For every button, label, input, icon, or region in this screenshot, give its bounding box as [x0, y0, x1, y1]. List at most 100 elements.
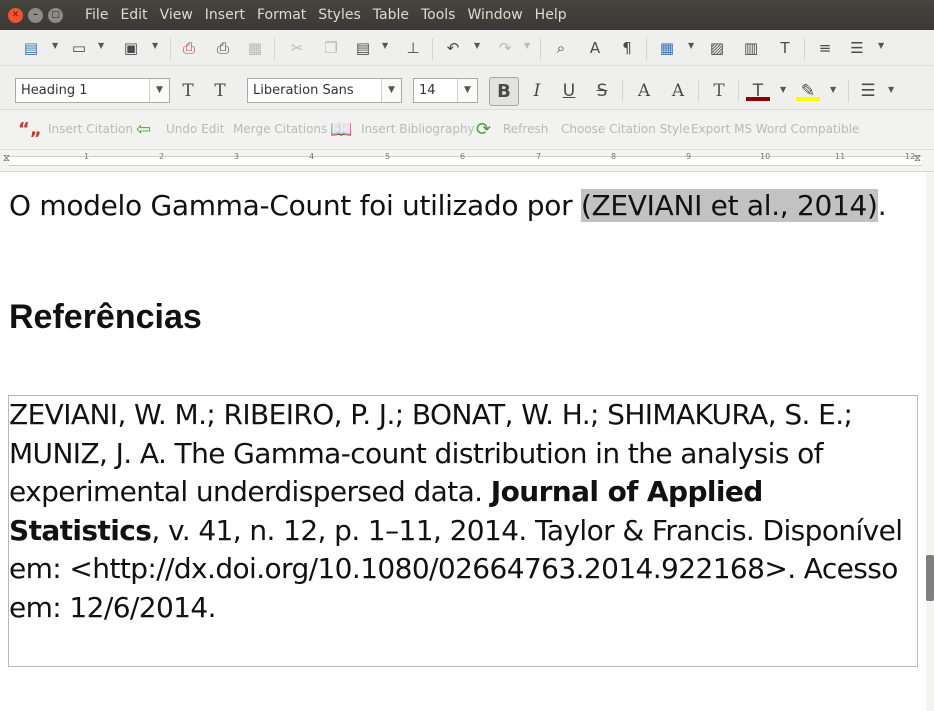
subscript-icon[interactable]: A: [666, 80, 690, 102]
bibliography-entry[interactable]: ZEVIANI, W. M.; RIBEIRO, P. J.; BONAT, W…: [9, 396, 914, 627]
chevron-down-icon[interactable]: ▼: [52, 41, 58, 50]
menu-help[interactable]: Help: [535, 7, 567, 23]
undo-arrow-icon[interactable]: ⇦: [136, 119, 151, 140]
chevron-down-icon[interactable]: ▼: [152, 41, 158, 50]
book-icon[interactable]: 📖: [330, 119, 352, 140]
horizontal-ruler[interactable]: ⧖ ⧖ 1 2 3 4 5 6 7 8 9 10 11 12: [0, 150, 934, 172]
clear-formatting-icon[interactable]: T: [707, 80, 731, 102]
ruler-number: 12: [905, 152, 916, 161]
font-color-swatch: [746, 97, 770, 101]
menu-tools[interactable]: Tools: [421, 7, 456, 23]
redo-icon[interactable]: ↷: [494, 38, 516, 58]
find-replace-icon[interactable]: ⌕: [550, 38, 572, 58]
separator: [698, 80, 699, 102]
menu-file[interactable]: File: [85, 7, 108, 23]
undo-edit-button[interactable]: Undo Edit: [166, 122, 224, 136]
document-page[interactable]: O modelo Gamma-Count foi utilizado por (…: [0, 172, 926, 711]
menu-edit[interactable]: Edit: [120, 7, 147, 23]
menu-styles[interactable]: Styles: [318, 7, 360, 23]
ruler-number: 7: [536, 152, 542, 161]
font-size-value: 14: [419, 83, 436, 98]
strikethrough-button[interactable]: S: [590, 80, 614, 102]
spelling-icon[interactable]: A: [584, 38, 606, 58]
insert-citation-button[interactable]: Insert Citation: [48, 122, 133, 136]
clone-formatting-icon[interactable]: ⊥: [402, 38, 424, 58]
chevron-down-icon[interactable]: ▼: [688, 41, 694, 50]
citation-field[interactable]: (ZEVIANI et al., 2014): [580, 189, 878, 222]
insert-table-icon[interactable]: ▦: [656, 38, 678, 58]
print-icon[interactable]: ⎙: [212, 38, 234, 58]
ruler-number: 11: [835, 152, 846, 161]
close-window-icon[interactable]: ✕: [8, 7, 23, 23]
list-icon[interactable]: ☰: [856, 80, 880, 102]
separator: [540, 38, 541, 60]
window-controls: ✕ – □: [8, 7, 63, 23]
body-paragraph[interactable]: O modelo Gamma-Count foi utilizado por (…: [9, 189, 887, 222]
merge-citations-button[interactable]: Merge Citations: [233, 122, 327, 136]
chevron-down-icon[interactable]: ▼: [878, 41, 884, 50]
paragraph-style-combo[interactable]: Heading 1 ▼: [15, 78, 170, 103]
italic-button[interactable]: I: [525, 80, 549, 102]
menu-view[interactable]: View: [160, 7, 193, 23]
insert-chart-icon[interactable]: ▥: [740, 38, 762, 58]
formatting-toolbar: Heading 1 ▼ T T Liberation Sans ▼ 14 ▼ B…: [0, 66, 934, 110]
ruler-number: 2: [159, 152, 165, 161]
chevron-down-icon[interactable]: ▼: [457, 79, 477, 102]
save-icon[interactable]: ▣: [120, 38, 142, 58]
undo-icon[interactable]: ↶: [442, 38, 464, 58]
superscript-icon[interactable]: A: [632, 80, 656, 102]
copy-icon[interactable]: ❐: [320, 38, 342, 58]
insert-field-icon[interactable]: ☰: [846, 38, 868, 58]
paste-icon[interactable]: ▤: [352, 38, 374, 58]
maximize-window-icon[interactable]: □: [48, 7, 63, 23]
choose-citation-style-button[interactable]: Choose Citation Style: [561, 122, 690, 136]
export-pdf-icon[interactable]: ⎙: [178, 38, 200, 58]
chevron-down-icon[interactable]: ▼: [98, 41, 104, 50]
menu-insert[interactable]: Insert: [205, 7, 245, 23]
refresh-button[interactable]: Refresh: [503, 122, 548, 136]
open-folder-icon[interactable]: ▭: [68, 38, 90, 58]
quote-marks-icon[interactable]: “„: [18, 119, 42, 140]
chevron-down-icon[interactable]: ▼: [149, 79, 169, 102]
paragraph-style-value: Heading 1: [21, 83, 88, 98]
insert-text-box-icon[interactable]: T: [774, 38, 796, 58]
menu-table[interactable]: Table: [373, 7, 409, 23]
print-preview-icon[interactable]: ▦: [244, 38, 266, 58]
chevron-down-icon[interactable]: ▼: [888, 85, 894, 94]
left-indent-marker[interactable]: ⧖: [3, 153, 10, 164]
insert-image-icon[interactable]: ▨: [706, 38, 728, 58]
separator: [738, 80, 739, 102]
scrollbar-thumb[interactable]: [926, 555, 934, 601]
minimize-window-icon[interactable]: –: [28, 7, 43, 23]
underline-button[interactable]: U: [557, 80, 581, 102]
chevron-down-icon[interactable]: ▼: [830, 85, 836, 94]
ruler-number: 10: [760, 152, 771, 161]
font-name-combo[interactable]: Liberation Sans ▼: [247, 78, 402, 103]
new-document-icon[interactable]: ▤: [20, 38, 42, 58]
standard-toolbar: ▤ ▼ ▭ ▼ ▣ ▼ ⎙ ⎙ ▦ ✂ ❐ ▤ ▼ ⊥ ↶ ▼ ↷ ▼ ⌕ A …: [0, 30, 934, 66]
ruler-number: 3: [234, 152, 240, 161]
menu-format[interactable]: Format: [257, 7, 306, 23]
chevron-down-icon[interactable]: ▼: [382, 41, 388, 50]
vertical-scrollbar[interactable]: [926, 172, 934, 711]
highlight-color-swatch: [796, 97, 820, 101]
chevron-down-icon[interactable]: ▼: [780, 85, 786, 94]
chevron-down-icon[interactable]: ▼: [474, 41, 480, 50]
ruler-number: 8: [611, 152, 617, 161]
insert-bibliography-button[interactable]: Insert Bibliography: [361, 122, 475, 136]
insert-page-break-icon[interactable]: ≡: [814, 38, 836, 58]
ruler-number: 6: [460, 152, 466, 161]
font-size-combo[interactable]: 14 ▼: [413, 78, 478, 103]
bold-button[interactable]: B: [489, 77, 519, 106]
references-heading[interactable]: Referências: [9, 298, 202, 337]
update-style-icon[interactable]: T: [176, 80, 200, 102]
refresh-icon[interactable]: ⟳: [476, 119, 491, 140]
ruler-number: 1: [84, 152, 90, 161]
menu-window[interactable]: Window: [467, 7, 522, 23]
chevron-down-icon[interactable]: ▼: [524, 41, 530, 50]
cut-icon[interactable]: ✂: [286, 38, 308, 58]
new-style-icon[interactable]: T: [208, 80, 232, 102]
chevron-down-icon[interactable]: ▼: [381, 79, 401, 102]
formatting-marks-icon[interactable]: ¶: [616, 38, 638, 58]
export-ms-word-button[interactable]: Export MS Word Compatible: [691, 122, 859, 136]
